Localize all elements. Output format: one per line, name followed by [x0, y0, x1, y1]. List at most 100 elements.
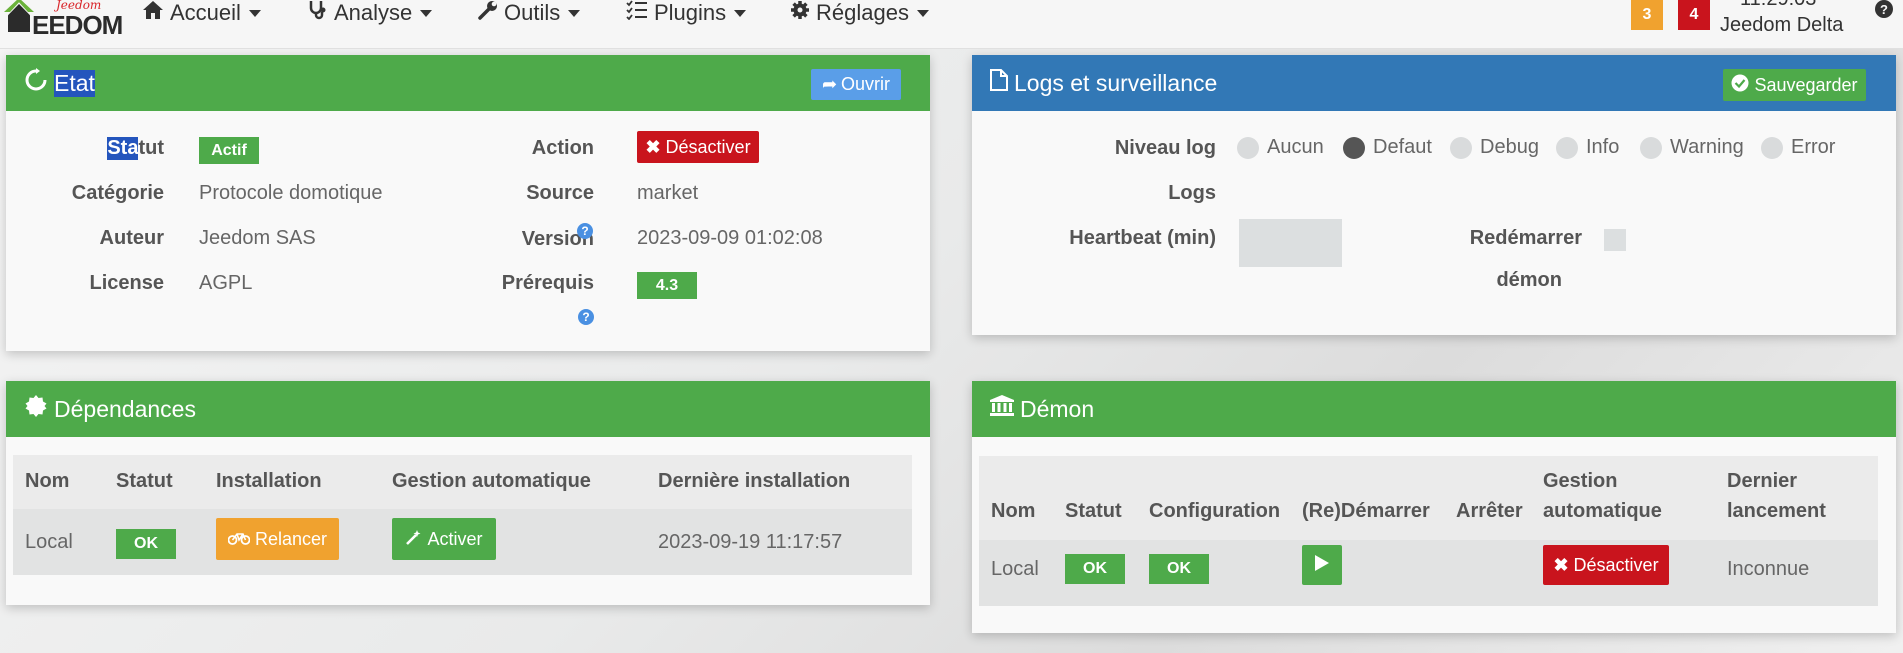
- table-row: Local OK OK ✖ Désactiver Inconnue: [979, 540, 1878, 606]
- menu-accueil[interactable]: Accueil: [142, 0, 261, 26]
- gear-icon: [790, 0, 810, 26]
- license-value: AGPL: [199, 272, 253, 294]
- logs-panel-header: Logs et surveillance Sauvegarder: [972, 55, 1896, 111]
- menu-outils-label: Outils: [504, 0, 561, 25]
- row-derniere-installation: 2023-09-19 11:17:57: [658, 531, 843, 553]
- heartbeat-label: Heartbeat (min): [1069, 227, 1216, 249]
- activate-auto-button-label: Activer: [427, 528, 483, 549]
- message-count-badge[interactable]: 4: [1678, 0, 1710, 30]
- demon-table: Nom Statut Configuration (Re)Démarrer Ar…: [979, 456, 1878, 606]
- col-nom: Nom: [991, 500, 1036, 522]
- tasks-icon: [626, 0, 648, 26]
- warning-count-badge[interactable]: 3: [1631, 0, 1663, 30]
- menu-plugins[interactable]: Plugins: [626, 0, 747, 26]
- col-redemarrer: (Re)Démarrer: [1302, 500, 1430, 522]
- log-level-warning[interactable]: Warning: [1640, 136, 1744, 159]
- log-level-error[interactable]: Error: [1761, 136, 1835, 159]
- dependances-panel: Dépendances Nom Statut Installation Gest…: [6, 381, 930, 605]
- radio-dot: [1556, 136, 1578, 159]
- logs-panel: Logs et surveillance Sauvegarder Niveau …: [972, 55, 1896, 335]
- log-level-error-label: Error: [1791, 136, 1836, 158]
- table-row: Local OK Relancer Activer 2023-09-19 11:…: [13, 509, 912, 575]
- col-nom: Nom: [25, 470, 70, 492]
- log-level-warning-label: Warning: [1670, 136, 1744, 158]
- demon-status-badge: OK: [1065, 554, 1125, 584]
- check-circle-icon: [1731, 74, 1749, 97]
- row-nom: Local: [991, 558, 1039, 580]
- chevron-down-icon: [734, 9, 747, 17]
- menu-analyse[interactable]: Analyse: [308, 0, 433, 26]
- prerequis-help-icon[interactable]: ?: [578, 309, 594, 325]
- log-level-debug[interactable]: Debug: [1450, 136, 1539, 159]
- file-icon: [990, 69, 1008, 97]
- log-level-defaut[interactable]: Defaut: [1343, 136, 1432, 159]
- col-configuration: Configuration: [1149, 500, 1281, 522]
- bank-icon: [990, 395, 1014, 423]
- activate-auto-button[interactable]: Activer: [392, 518, 496, 560]
- prerequis-label: Prérequis: [501, 272, 594, 294]
- menu-reglages-label: Réglages: [816, 0, 909, 25]
- logo-script: Jeedom: [56, 0, 102, 12]
- col-gestion-automatique: Gestion automatique: [392, 470, 591, 492]
- col-statut: Statut: [1065, 500, 1122, 522]
- help-icon[interactable]: ?: [1875, 0, 1893, 18]
- deactivate-daemon-button[interactable]: ✖ Désactiver: [1543, 545, 1669, 585]
- relaunch-button-label: Relancer: [254, 528, 328, 549]
- restart-daemon-checkbox[interactable]: [1604, 229, 1626, 251]
- col-arreter: Arrêter: [1456, 500, 1523, 522]
- save-button[interactable]: Sauvegarder: [1723, 69, 1866, 101]
- row-nom: Local: [25, 531, 73, 553]
- demon-panel: Démon Nom Statut Configuration (Re)Démar…: [972, 381, 1896, 633]
- menu-accueil-label: Accueil: [170, 0, 241, 25]
- jeedom-logo[interactable]: EEDOM Jeedom: [4, 0, 123, 40]
- demon-config-badge: OK: [1149, 554, 1209, 584]
- refresh-icon: [24, 68, 48, 98]
- logo-text: EEDOM: [32, 10, 123, 40]
- stethoscope-icon: [308, 0, 328, 26]
- chevron-down-icon: [420, 9, 433, 17]
- log-level-debug-label: Debug: [1480, 136, 1539, 158]
- relaunch-button[interactable]: Relancer: [216, 518, 339, 560]
- auteur-label: Auteur: [99, 227, 164, 249]
- top-navbar: EEDOM Jeedom Accueil Analyse Outils Plug…: [0, 0, 1903, 49]
- chevron-down-icon: [916, 9, 929, 17]
- etat-panel-header: Etat ➦ Ouvrir: [6, 55, 930, 111]
- etat-panel: Etat ➦ Ouvrir Statut Actif Catégorie Pro…: [6, 55, 930, 351]
- log-level-info-label: Info: [1586, 136, 1620, 158]
- menu-outils[interactable]: Outils: [478, 0, 581, 26]
- certificate-icon: [24, 394, 48, 424]
- version-help-icon[interactable]: ?: [577, 223, 593, 239]
- close-icon: ✖: [645, 136, 661, 157]
- source-value: market: [637, 182, 699, 204]
- share-icon: ➦: [821, 74, 838, 94]
- menu-reglages[interactable]: Réglages: [790, 0, 929, 26]
- col-installation: Installation: [216, 470, 322, 492]
- radio-dot-selected: [1343, 136, 1365, 159]
- log-level-aucun[interactable]: Aucun: [1237, 136, 1324, 159]
- heartbeat-input[interactable]: [1239, 219, 1342, 267]
- menu-plugins-label: Plugins: [654, 0, 727, 25]
- play-icon: [1314, 554, 1330, 577]
- radio-dot: [1761, 136, 1783, 159]
- col-dernier-line1: Dernier: [1727, 470, 1798, 492]
- restart-daemon-label-line1: Redémarrer: [1469, 227, 1582, 249]
- user-name[interactable]: Jeedom Delta: [1720, 14, 1843, 37]
- deactivate-plugin-button[interactable]: ✖ Désactiver: [637, 131, 759, 163]
- version-label: Version: [521, 228, 594, 250]
- statut-label: Statut: [107, 137, 164, 160]
- magic-icon: [405, 528, 423, 551]
- col-gestion-line2: automatique: [1543, 500, 1662, 522]
- source-label: Source: [526, 182, 594, 204]
- open-button[interactable]: ➦ Ouvrir: [811, 69, 901, 100]
- demon-title: Démon: [1020, 395, 1095, 422]
- dependances-status-badge: OK: [116, 529, 176, 559]
- log-level-info[interactable]: Info: [1556, 136, 1619, 159]
- radio-dot: [1450, 136, 1472, 159]
- action-label: Action: [531, 137, 594, 159]
- start-daemon-button[interactable]: [1302, 545, 1342, 585]
- niveau-log-label: Niveau log: [1114, 137, 1216, 159]
- etat-title: Etat: [54, 69, 95, 97]
- logs-label: Logs: [1168, 182, 1216, 204]
- open-button-label: Ouvrir: [841, 74, 891, 94]
- statut-badge: Actif: [199, 137, 259, 164]
